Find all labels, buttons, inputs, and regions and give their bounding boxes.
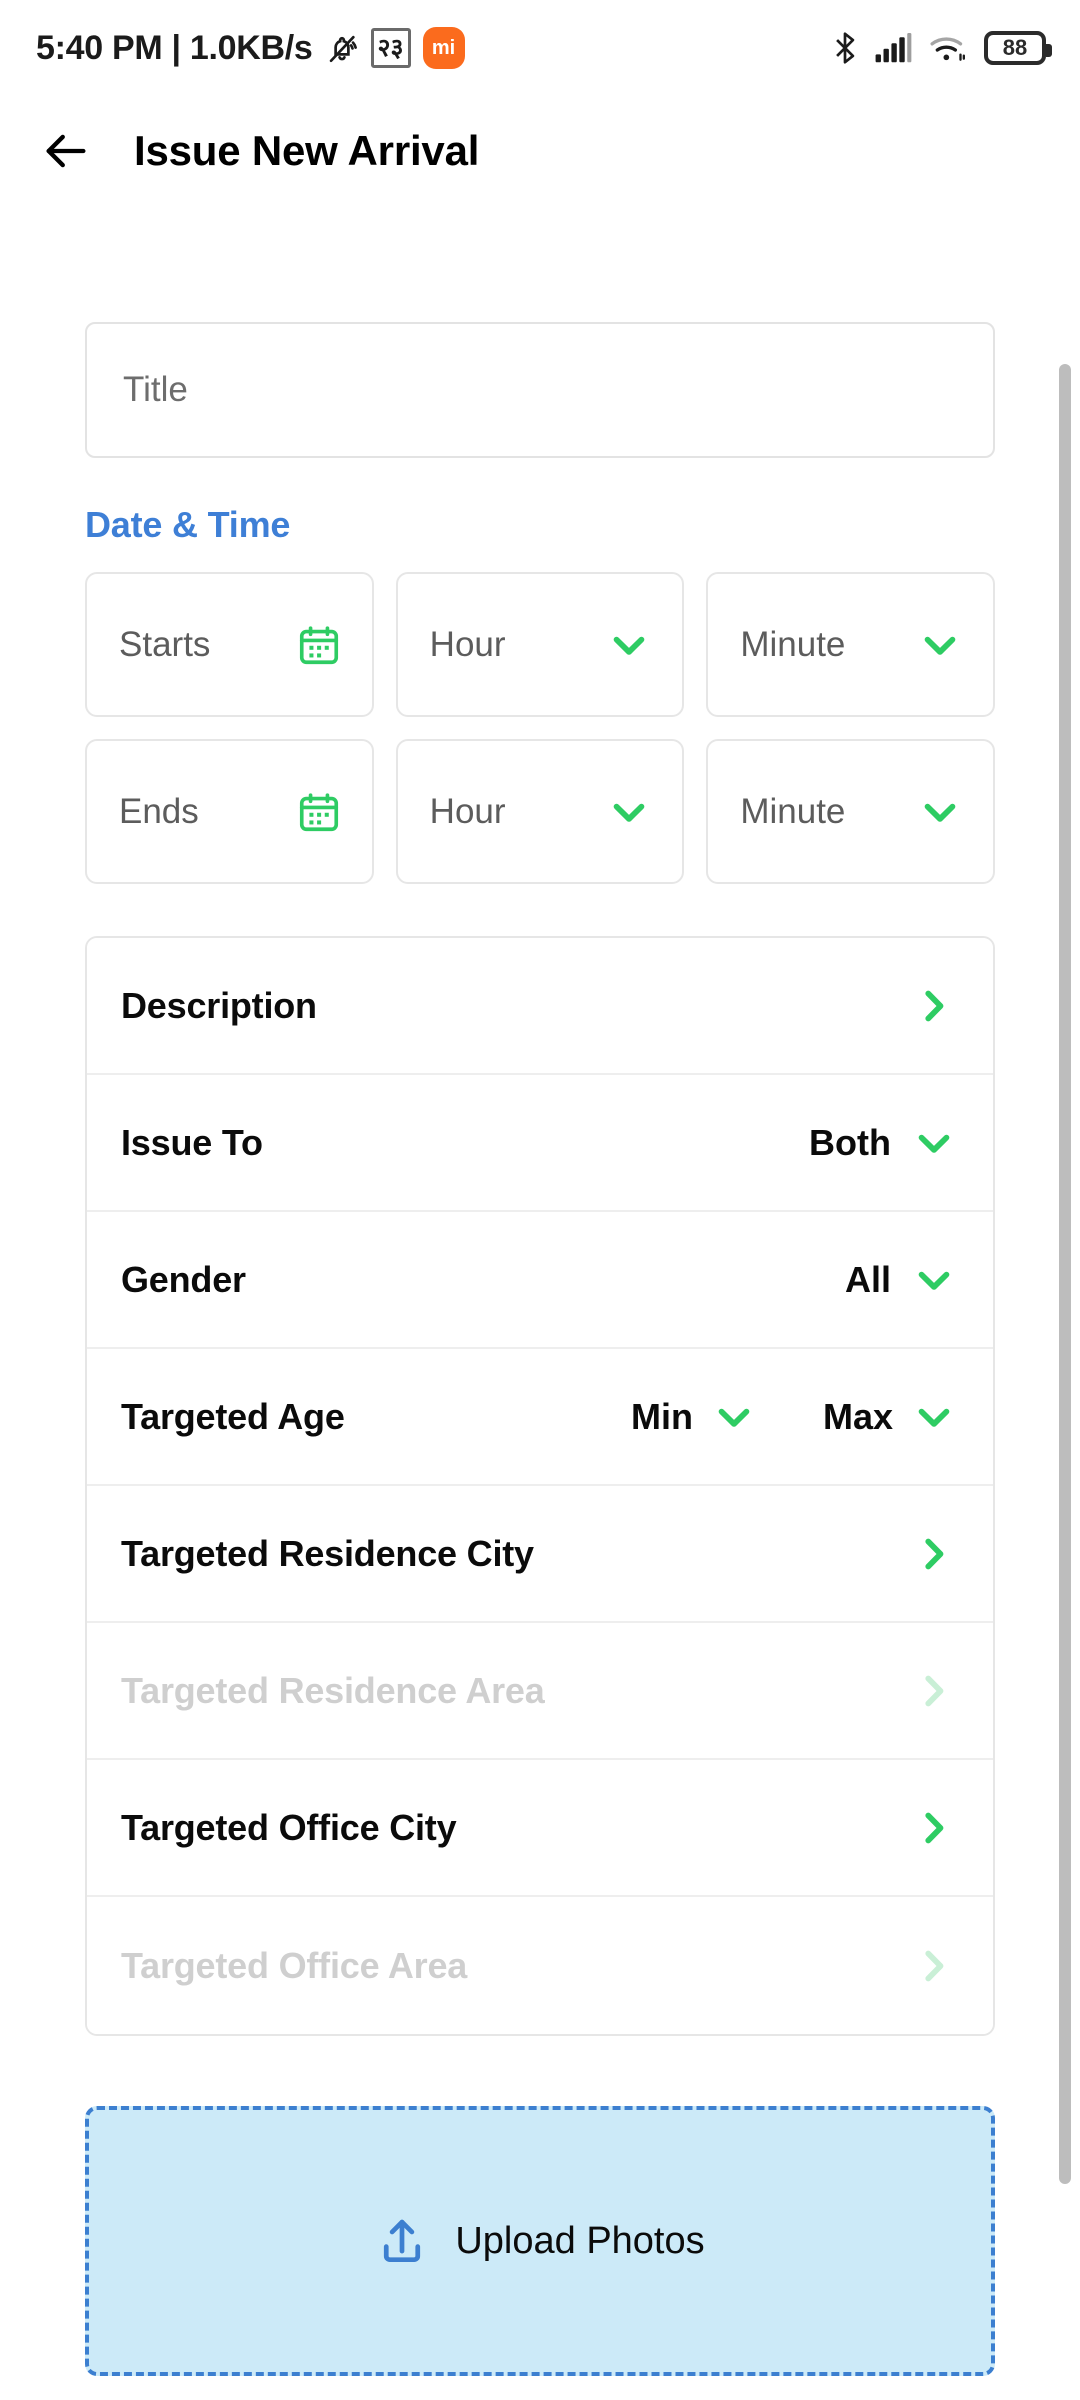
chevron-right-icon	[925, 1538, 944, 1569]
back-arrow-icon	[46, 134, 86, 168]
battery-level-label: 88	[1002, 35, 1028, 60]
starts-hour-dropdown[interactable]: Hour	[395, 572, 685, 717]
battery-indicator: 88	[984, 31, 1052, 65]
bell-muted-icon	[329, 35, 357, 63]
chevron-down-icon	[614, 803, 645, 822]
status-bar-right: 88	[832, 29, 1052, 67]
title-input[interactable]: Title	[85, 322, 995, 458]
chevron-down-icon	[918, 1134, 950, 1153]
chevron-down-icon[interactable]	[911, 1394, 957, 1440]
option-label: Targeted Residence Area	[121, 1669, 545, 1711]
option-control[interactable]	[911, 1805, 957, 1851]
cellular-signal-icon	[875, 32, 912, 63]
status-bar-left: 5:40 PM | 1.0KB/s २३ mi	[36, 27, 465, 69]
option-label: Issue To	[121, 1121, 263, 1163]
starts-minute-dropdown[interactable]: Minute	[706, 572, 996, 717]
option-label: Targeted Office City	[121, 1806, 457, 1848]
starts-date-picker[interactable]: Starts	[85, 572, 374, 717]
option-label: Targeted Office Area	[121, 1944, 468, 1986]
option-control-min-max[interactable]: Min Max	[631, 1394, 957, 1440]
page-title: Issue New Arrival	[134, 127, 480, 174]
option-label: Gender	[121, 1258, 246, 1300]
targeted-age-max-label: Max	[822, 1395, 893, 1437]
chevron-down-icon	[614, 636, 645, 655]
option-control	[911, 1668, 957, 1714]
calendar-icon	[299, 792, 338, 831]
bluetooth-icon	[836, 32, 855, 64]
section-label-date-time: Date & Time	[85, 504, 291, 545]
mi-app-icon: mi	[422, 27, 465, 69]
back-button[interactable]	[40, 125, 92, 177]
upload-photos-label: Upload Photos	[455, 2219, 705, 2262]
option-row-targeted-office-city[interactable]: Targeted Office City	[87, 1760, 993, 1897]
ends-hour-dropdown[interactable]: Hour	[395, 739, 685, 884]
option-control	[911, 1943, 957, 1989]
upload-photos-dropzone[interactable]: Upload Photos	[85, 2106, 995, 2376]
option-control[interactable]	[911, 983, 957, 1029]
chevron-right-icon	[925, 1675, 944, 1706]
form-scroll-area[interactable]: Title Date & Time Starts Hour Minute End…	[0, 322, 1080, 2400]
option-row-targeted-residence-area: Targeted Residence Area	[87, 1623, 993, 1760]
option-value: Both	[809, 1121, 891, 1163]
option-row-targeted-age[interactable]: Targeted Age Min Max	[87, 1349, 993, 1486]
option-row-targeted-residence-city[interactable]: Targeted Residence City	[87, 1486, 993, 1623]
targeted-age-min-label: Min	[630, 1395, 693, 1437]
starts-hour-label: Hour	[429, 624, 506, 664]
option-row-issue-to[interactable]: Issue To Both	[87, 1075, 993, 1212]
datetime-row-starts: Starts Hour Minute	[85, 572, 996, 717]
chevron-down-icon	[924, 636, 956, 655]
option-label: Targeted Age	[121, 1395, 345, 1437]
vertical-scrollbar[interactable]	[1059, 364, 1071, 2184]
ends-date-label: Ends	[119, 791, 199, 831]
app-bar: Issue New Arrival	[0, 96, 1080, 206]
chevron-right-icon	[925, 1950, 944, 1981]
option-control[interactable]: All	[845, 1257, 957, 1303]
title-input-placeholder: Title	[123, 370, 188, 409]
chevron-down-icon	[924, 803, 956, 822]
mi-app-icon-label: mi	[431, 37, 456, 59]
option-control[interactable]	[911, 1531, 957, 1577]
ends-minute-dropdown[interactable]: Minute	[706, 739, 996, 884]
starts-minute-label: Minute	[740, 624, 846, 664]
option-value: All	[844, 1258, 891, 1300]
option-row-description[interactable]: Description	[87, 938, 993, 1075]
chevron-right-icon	[925, 990, 944, 1021]
options-card: Description Issue To Both Gender All Tar…	[85, 936, 995, 2036]
upload-icon	[384, 2219, 421, 2263]
status-clock: 5:40 PM | 1.0KB/s	[36, 28, 313, 67]
option-control[interactable]: Both	[809, 1120, 957, 1166]
calendar-icon	[299, 625, 338, 664]
rupee-badge-icon: २३	[370, 28, 411, 68]
wifi-icon	[930, 37, 965, 61]
option-row-gender[interactable]: Gender All	[87, 1212, 993, 1349]
ends-hour-label: Hour	[429, 791, 506, 831]
chevron-down-icon[interactable]	[711, 1394, 757, 1440]
datetime-row-ends: Ends Hour Minute	[85, 739, 996, 884]
ends-minute-label: Minute	[740, 791, 846, 831]
status-bar: 5:40 PM | 1.0KB/s २३ mi 88	[0, 0, 1080, 96]
option-label: Description	[121, 984, 317, 1026]
ends-date-picker[interactable]: Ends	[85, 739, 374, 884]
chevron-down-icon	[918, 1271, 950, 1290]
chevron-right-icon	[925, 1812, 944, 1843]
starts-date-label: Starts	[119, 624, 211, 664]
option-label: Targeted Residence City	[121, 1532, 534, 1574]
option-row-targeted-office-area: Targeted Office Area	[87, 1897, 993, 2034]
